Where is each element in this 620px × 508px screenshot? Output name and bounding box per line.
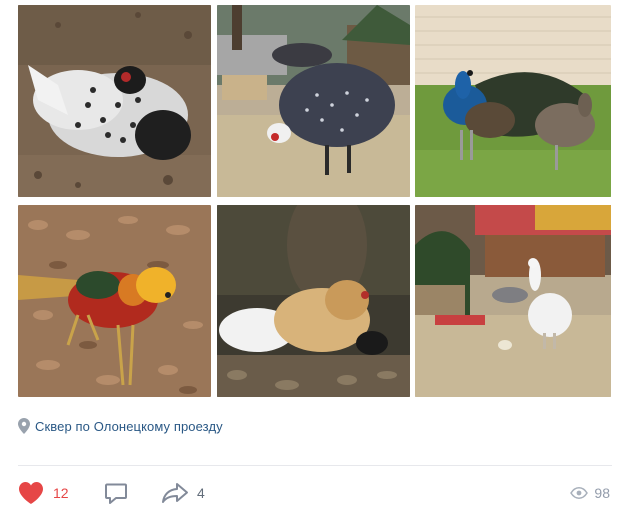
photo-guineafowl[interactable] [217, 5, 410, 197]
location-pin-icon [18, 418, 30, 434]
photo-pheasant-black-white[interactable] [18, 5, 211, 197]
photo-golden-pheasant[interactable] [18, 205, 211, 397]
like-count: 12 [53, 485, 69, 501]
views-counter: 98 [570, 480, 610, 506]
share-button[interactable]: 4 [161, 480, 205, 506]
share-icon [162, 483, 188, 503]
photo-white-peahen[interactable] [415, 205, 611, 397]
comment-icon [105, 483, 127, 504]
location-text[interactable]: Сквер по Олонецкому проезду [35, 419, 223, 434]
comment-button[interactable] [104, 480, 128, 506]
post-actions-bar: 12 4 98 [18, 480, 612, 506]
location-link[interactable]: Сквер по Олонецкому проезду [18, 416, 223, 436]
like-button[interactable]: 12 [18, 480, 69, 506]
view-count: 98 [594, 485, 610, 501]
share-count: 4 [197, 485, 205, 501]
photo-peacocks[interactable] [415, 5, 611, 197]
eye-icon [570, 487, 589, 499]
photo-silkie-hens[interactable] [217, 205, 410, 397]
photo-grid [18, 5, 611, 397]
divider [18, 465, 612, 466]
heart-icon [19, 482, 43, 504]
